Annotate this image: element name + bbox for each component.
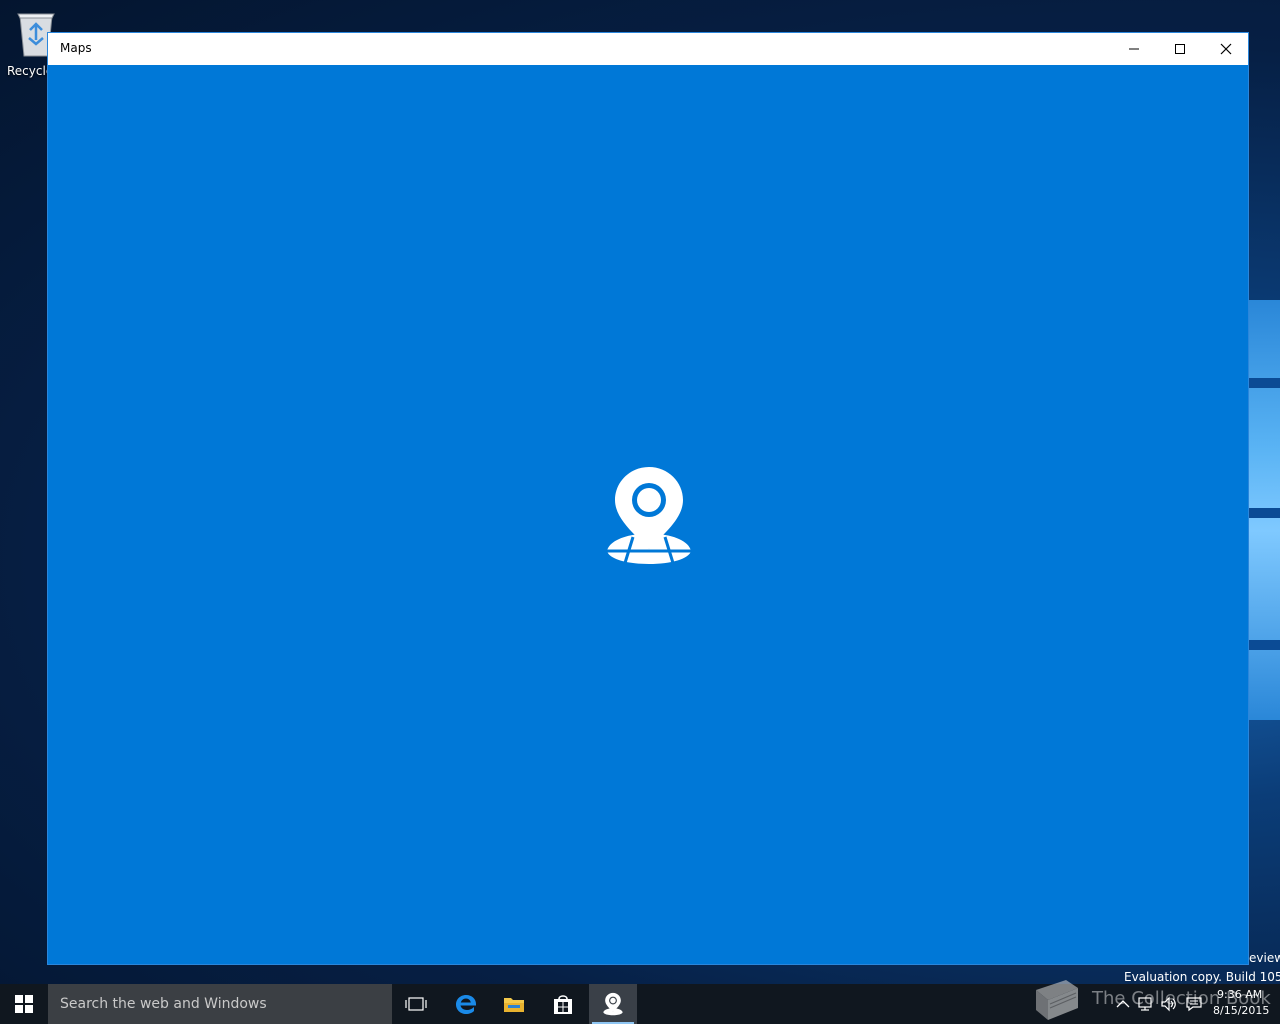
watermark-line1: eview [1249,951,1280,965]
task-view-button[interactable] [392,984,440,1024]
publisher-text: The Collection Book [1092,988,1271,1009]
close-button[interactable] [1203,33,1249,65]
edge-icon [456,995,476,1014]
task-view-icon [405,997,427,1011]
store-icon [554,995,572,1014]
wallpaper-bar [1248,378,1280,388]
maximize-button[interactable] [1157,33,1203,65]
minimize-icon [1129,48,1139,50]
maps-icon [603,992,623,1016]
wallpaper-bar [1248,640,1280,650]
windows-logo-icon [15,995,33,1013]
window-title: Maps [60,41,92,55]
wallpaper-bar [1248,508,1280,518]
search-box[interactable]: Search the web and Windows [48,984,392,1024]
file-explorer-button[interactable] [490,984,538,1024]
recycle-bin[interactable]: Recycle [0,6,55,78]
title-bar[interactable]: Maps [48,33,1248,65]
maps-taskbar-button[interactable] [589,984,637,1024]
close-icon [1220,43,1232,55]
start-button[interactable] [0,984,48,1024]
search-input[interactable]: Search the web and Windows [60,996,267,1012]
maps-logo-icon [607,467,691,564]
file-explorer-icon [504,998,524,1012]
edge-button[interactable] [442,984,490,1024]
publisher-watermark: The Collection Book [1028,974,1280,1024]
desktop: Recycle Maps eview Evaluation copy. Buil… [0,0,1280,1024]
store-button[interactable] [539,984,587,1024]
maps-window[interactable]: Maps [47,32,1249,965]
maximize-icon [1175,44,1185,54]
minimize-button[interactable] [1111,33,1157,65]
book-icon [1036,980,1078,1020]
